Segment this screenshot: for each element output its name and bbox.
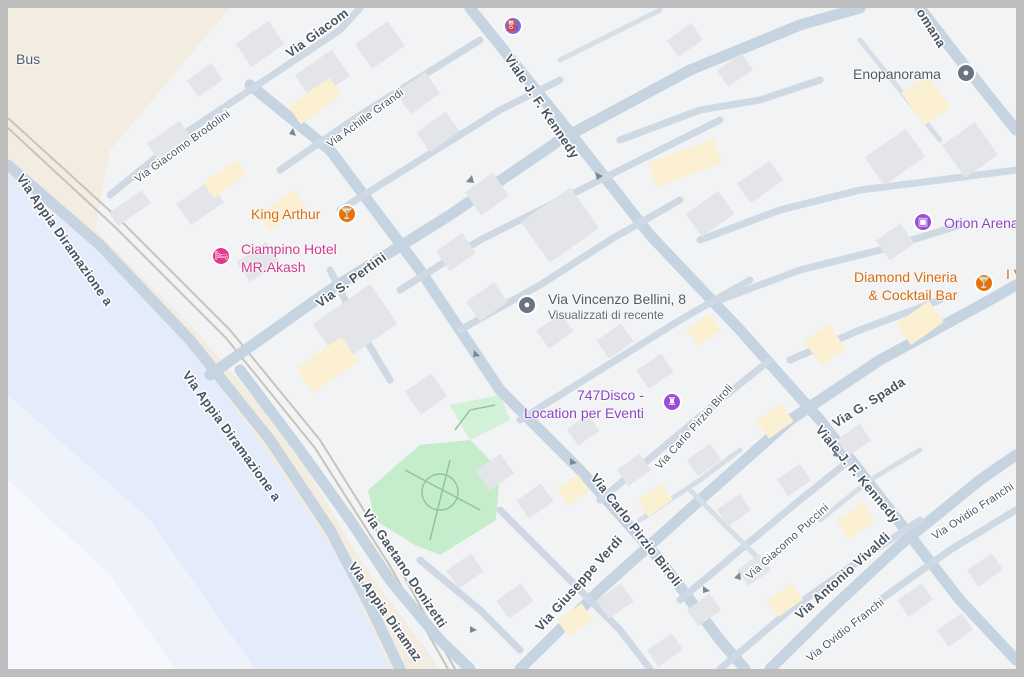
cocktail-icon: 🍸 xyxy=(337,204,357,224)
enopanorama-label: Enopanorama xyxy=(853,66,941,82)
iv-label: I V xyxy=(1006,266,1024,282)
map-frame: Viale J. F. Kennedy Viale J. F. Kennedy … xyxy=(0,0,1024,677)
bellini-label: Via Vincenzo Bellini, 8 xyxy=(548,291,687,307)
bus-label: Bus xyxy=(16,51,41,67)
king-arthur-label: King Arthur xyxy=(251,206,321,222)
recently-viewed-label: Visualizzati di recente xyxy=(548,308,664,322)
cocktail-icon: 🍸 xyxy=(974,273,994,293)
place-pin-icon: ● xyxy=(517,295,537,315)
bed-icon: 🛏 xyxy=(211,246,231,266)
ciampino-hotel-label: Ciampino Hotel MR.Akash xyxy=(241,241,337,275)
diamond-vineria-label: Diamond Vineria & Cocktail Bar xyxy=(854,269,958,303)
map-canvas[interactable]: Viale J. F. Kennedy Viale J. F. Kennedy … xyxy=(8,8,1016,669)
arena-icon: ▣ xyxy=(913,212,933,232)
place-pin-icon: ● xyxy=(956,63,976,83)
orion-arena-label: Orion Arena xyxy=(944,215,1019,231)
castle-icon: ♜ xyxy=(662,392,682,412)
fuel-icon: ⛽ xyxy=(503,16,523,36)
disco-label: 747Disco - Location per Eventi xyxy=(524,387,644,421)
